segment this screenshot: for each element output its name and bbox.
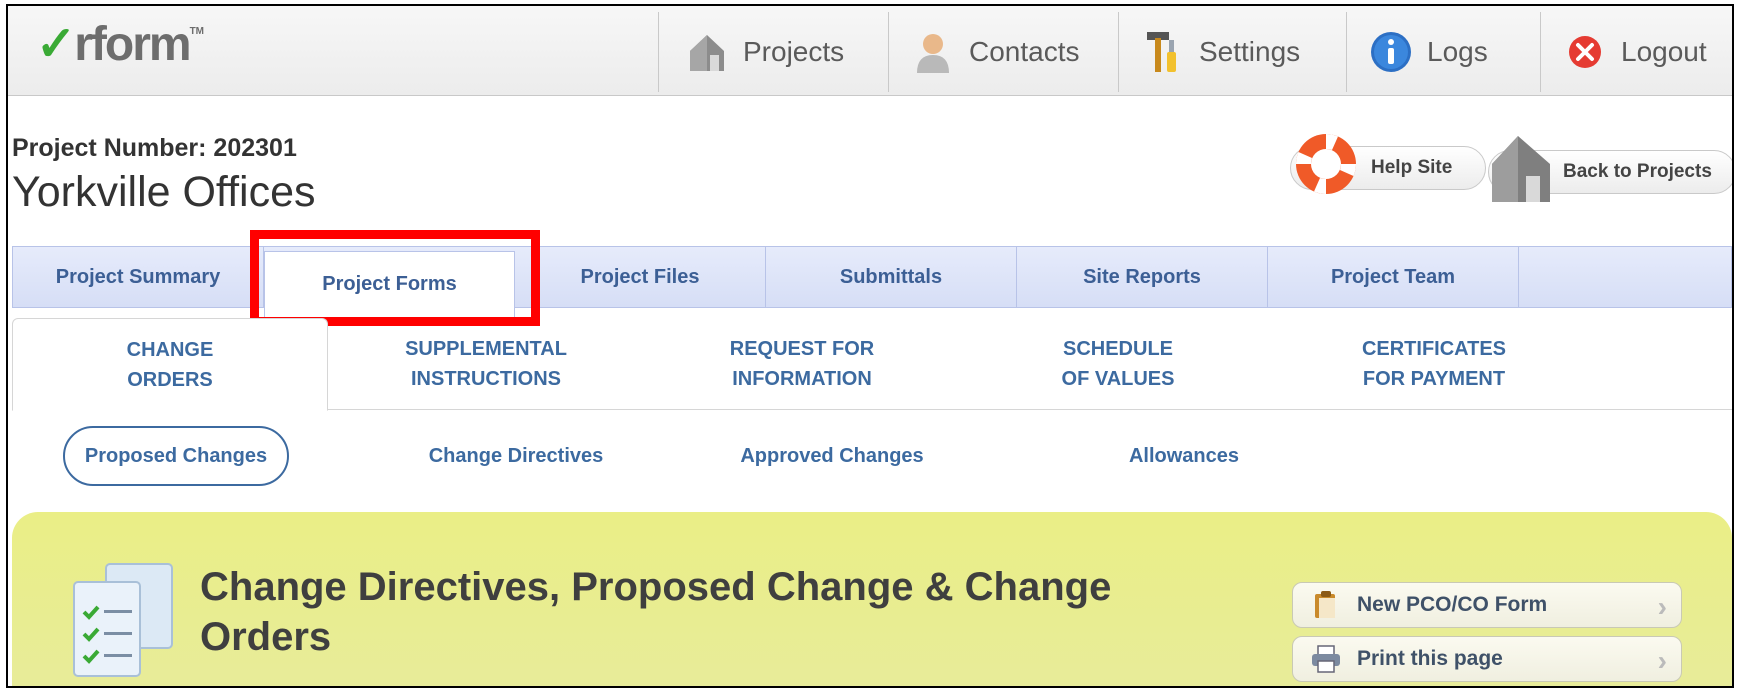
tab-supplemental-instructions[interactable]: SUPPLEMENTAL INSTRUCTIONS	[328, 318, 644, 410]
app-frame: ✓rformTM Projects Contacts Settings Logs…	[6, 4, 1734, 688]
tab-submittals[interactable]: Submittals	[766, 247, 1017, 307]
tab-project-summary[interactable]: Project Summary	[13, 247, 264, 307]
nav-contacts[interactable]: Contacts	[888, 12, 1118, 92]
house-icon	[1488, 130, 1554, 204]
house-icon	[685, 30, 729, 74]
nav-logout-label: Logout	[1621, 36, 1707, 67]
tab-change-orders-line2: ORDERS	[127, 368, 213, 391]
help-site-label: Help Site	[1371, 157, 1453, 178]
nav-settings-label: Settings	[1199, 36, 1301, 67]
banner-title: Change Directives, Proposed Change & Cha…	[200, 565, 1112, 659]
print-page-label: Print this page	[1357, 647, 1503, 670]
tools-icon	[1141, 30, 1185, 74]
printer-icon	[1311, 644, 1341, 674]
clipboard-icon	[1311, 590, 1341, 620]
new-pco-co-form-label: New PCO/CO Form	[1357, 593, 1548, 616]
main-nav: Projects Contacts Settings Logs Logout	[658, 12, 1732, 92]
tab-change-orders[interactable]: CHANGE ORDERS	[12, 318, 328, 411]
chevron-right-icon: ›	[1657, 591, 1667, 622]
print-page-button[interactable]: Print this page ›	[1292, 636, 1682, 682]
tab-supplemental-line2: INSTRUCTIONS	[410, 368, 561, 390]
tab-request-for-information[interactable]: REQUEST FOR INFORMATION	[644, 318, 960, 410]
tab-project-files[interactable]: Project Files	[515, 247, 766, 307]
secondary-tabs: CHANGE ORDERS SUPPLEMENTAL INSTRUCTIONS RE…	[12, 318, 1732, 411]
subtab-allowances[interactable]: Allowances	[1074, 426, 1294, 486]
app-logo[interactable]: ✓rformTM	[36, 16, 204, 72]
nav-contacts-label: Contacts	[969, 36, 1080, 67]
lifebuoy-icon	[1292, 130, 1360, 198]
logo-text: rform	[74, 18, 191, 71]
subtab-proposed-changes[interactable]: Proposed Changes	[63, 426, 289, 486]
tab-site-reports[interactable]: Site Reports	[1017, 247, 1268, 307]
close-icon	[1563, 30, 1607, 74]
tab-spacer	[1519, 247, 1731, 307]
project-number: Project Number: 202301	[12, 134, 297, 162]
tab-project-team[interactable]: Project Team	[1268, 247, 1519, 307]
tab-change-orders-line1: CHANGE	[126, 338, 214, 361]
tab-certificates-line1: CERTIFICATES	[1361, 338, 1507, 360]
tab-sov-line2: OF VALUES	[1061, 368, 1175, 390]
top-navigation-bar: ✓rformTM Projects Contacts Settings Logs…	[8, 6, 1732, 96]
project-name: Yorkville Offices	[12, 168, 316, 216]
tab-supplemental-line1: SUPPLEMENTAL	[405, 338, 567, 360]
logo-trademark: TM	[189, 26, 205, 37]
tab-schedule-of-values[interactable]: SCHEDULE OF VALUES	[960, 318, 1276, 410]
tab-rfi-line2: INFORMATION	[732, 368, 872, 390]
chevron-right-icon: ›	[1657, 645, 1667, 676]
person-icon	[911, 30, 955, 74]
subtab-change-directives[interactable]: Change Directives	[406, 426, 626, 486]
new-pco-co-form-button[interactable]: New PCO/CO Form ›	[1292, 582, 1682, 628]
tab-sov-line1: SCHEDULE	[1062, 338, 1173, 360]
tab-project-forms[interactable]: Project Forms	[264, 251, 515, 317]
info-icon	[1369, 30, 1413, 74]
subtab-approved-changes[interactable]: Approved Changes	[722, 426, 942, 486]
tab-certificates-line2: FOR PAYMENT	[1362, 368, 1506, 390]
nav-settings[interactable]: Settings	[1118, 12, 1346, 92]
nav-logs[interactable]: Logs	[1346, 12, 1540, 92]
nav-projects[interactable]: Projects	[658, 12, 888, 92]
back-to-projects-label: Back to Projects	[1563, 161, 1712, 182]
nav-logs-label: Logs	[1427, 36, 1488, 67]
tab-rfi-line1: REQUEST FOR	[729, 338, 875, 360]
nav-logout[interactable]: Logout	[1540, 12, 1732, 92]
nav-projects-label: Projects	[743, 36, 845, 67]
tab-certificates-for-payment[interactable]: CERTIFICATES FOR PAYMENT	[1276, 318, 1592, 410]
logo-check-icon: ✓	[36, 18, 76, 71]
primary-tabs: Project Summary Project Forms Project Fi…	[12, 246, 1732, 317]
checklist-document-icon	[66, 560, 184, 680]
